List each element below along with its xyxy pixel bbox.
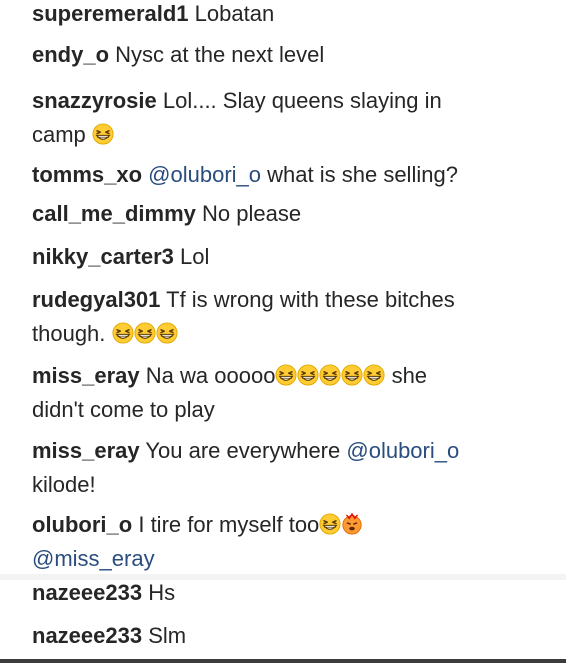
comment-item: endy_o Nysc at the next level (32, 38, 532, 72)
comment-text-continued: didn't come to play (32, 397, 215, 422)
comment-mention[interactable]: @miss_eray (32, 546, 155, 571)
comment-username[interactable]: miss_eray (32, 363, 140, 388)
comment-text-tail: she (391, 363, 428, 388)
comment-item: snazzyrosie Lol.... Slay queens slaying … (32, 84, 532, 152)
grinning-squinting-face-icon (112, 322, 134, 344)
comment-text: Hs (148, 580, 176, 605)
comment-item: miss_eray You are everywhere @olubori_o … (32, 434, 532, 502)
comment-username[interactable]: nazeee233 (32, 623, 142, 648)
comment-mention[interactable]: @olubori_o (148, 162, 261, 187)
comment-item: rudegyal301 Tf is wrong with these bitch… (32, 283, 532, 351)
comment-username[interactable]: nazeee233 (32, 580, 142, 605)
comment-text: what is she selling? (267, 162, 458, 187)
comment-item: call_me_dimmy No please (32, 197, 532, 231)
comment-text: Nysc at the next level (115, 42, 325, 67)
grinning-squinting-face-icon (319, 364, 341, 386)
bottom-edge-bar (0, 659, 566, 663)
grinning-squinting-face-icon (92, 123, 114, 145)
grinning-squinting-face-icon (319, 513, 341, 535)
comment-username[interactable]: call_me_dimmy (32, 201, 196, 226)
comment-text-continued: though. (32, 321, 106, 346)
grinning-squinting-face-icon (275, 364, 297, 386)
comment-text-continued: camp (32, 122, 86, 147)
comment-username[interactable]: olubori_o (32, 512, 132, 537)
comment-mention[interactable]: @olubori_o (346, 438, 459, 463)
comment-username[interactable]: rudegyal301 (32, 287, 160, 312)
comment-text: I tire for myself too (138, 512, 320, 537)
comment-username[interactable]: tomms_xo (32, 162, 142, 187)
comment-username[interactable]: nikky_carter3 (32, 244, 174, 269)
comment-text: Tf is wrong with these bitches (166, 287, 455, 312)
comment-username[interactable]: endy_o (32, 42, 109, 67)
hot-face-icon (341, 513, 363, 535)
comment-item: nikky_carter3 Lol (32, 240, 532, 274)
comment-text: Lobatan (194, 1, 275, 26)
comment-text: Na wa ooooo (145, 363, 276, 388)
comment-text: Lol (180, 244, 210, 269)
comment-username[interactable]: snazzyrosie (32, 88, 157, 113)
comment-text: No please (202, 201, 302, 226)
grinning-squinting-face-icon (363, 364, 385, 386)
comment-item: olubori_o I tire for myself too @miss_er… (32, 508, 532, 576)
comment-item: miss_eray Na wa ooooo she didn't come to… (32, 359, 532, 427)
comment-text: Slm (148, 623, 187, 648)
grinning-squinting-face-icon (297, 364, 319, 386)
comment-item: nazeee233 Slm (32, 619, 532, 653)
comment-text: You are everywhere (145, 438, 341, 463)
grinning-squinting-face-icon (341, 364, 363, 386)
comment-item: nazeee233 Hs (32, 576, 532, 610)
comment-username[interactable]: superemerald1 (32, 1, 189, 26)
comment-text: Lol.... Slay queens slaying in (162, 88, 442, 113)
comment-username[interactable]: miss_eray (32, 438, 140, 463)
comment-item: tomms_xo @olubori_o what is she selling? (32, 158, 532, 192)
comment-text-continued: kilode! (32, 472, 96, 497)
comment-item: superemerald1 Lobatan (32, 0, 532, 31)
grinning-squinting-face-icon (134, 322, 156, 344)
grinning-squinting-face-icon (156, 322, 178, 344)
section-divider (0, 574, 566, 580)
